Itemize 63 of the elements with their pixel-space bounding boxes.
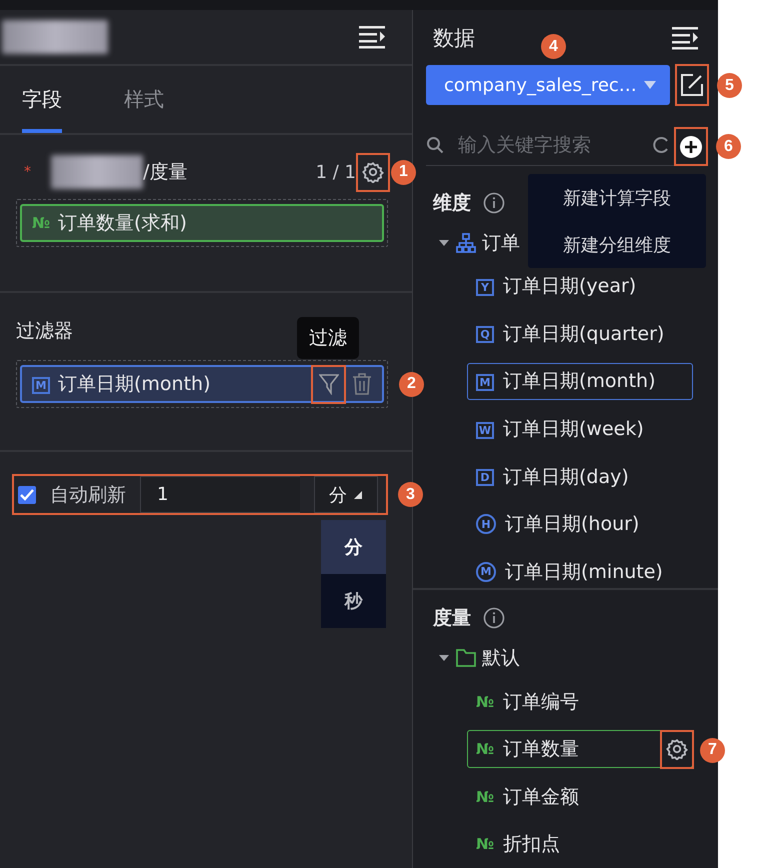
dimension-field[interactable]: H 订单日期(hour) xyxy=(467,505,693,544)
tab[interactable]: 字段 xyxy=(22,66,62,133)
calendar-icon: W xyxy=(476,422,494,439)
checkbox-label: 自动刷新 xyxy=(50,482,126,508)
filter-icon[interactable] xyxy=(318,373,338,395)
clock-icon: H xyxy=(476,514,496,534)
section-title: 度量 xyxy=(433,606,471,632)
checkbox[interactable] xyxy=(18,486,36,504)
hierarchy-icon xyxy=(456,232,476,253)
trash-icon[interactable] xyxy=(352,373,372,395)
measure-field[interactable]: № 订单金额 xyxy=(467,778,693,816)
calendar-icon: M xyxy=(476,374,494,391)
dataset-dropdown[interactable]: company_sales_rec… xyxy=(426,65,670,106)
info-icon[interactable] xyxy=(483,607,505,630)
dimension-field[interactable]: M 订单日期(month) xyxy=(467,362,693,400)
callout-number: 5 xyxy=(717,73,742,98)
unit-option[interactable]: 分 xyxy=(321,520,386,574)
callout-number: 1 xyxy=(391,160,416,184)
interval-input[interactable]: 1 xyxy=(140,476,300,513)
search-icon xyxy=(426,136,444,154)
caret-icon xyxy=(644,81,656,90)
tree-folder-label[interactable]: 订单 xyxy=(482,230,520,256)
tooltip: 过滤 xyxy=(297,317,359,359)
field-count: 1 / 1 xyxy=(316,162,356,182)
folder-icon xyxy=(456,648,476,667)
collapse-icon[interactable] xyxy=(359,25,387,49)
measure-field[interactable]: № 折扣点 xyxy=(467,825,693,864)
required-mark: * xyxy=(24,164,31,180)
dimension-field[interactable]: M 订单日期(minute) xyxy=(467,553,693,591)
caret-icon xyxy=(353,490,363,500)
tree-folder-label[interactable]: 默认 xyxy=(482,644,520,671)
search-field[interactable]: 输入关键字搜索 xyxy=(456,132,640,157)
edit-icon[interactable] xyxy=(681,74,703,96)
callout-number: 2 xyxy=(399,372,424,396)
menu-item[interactable]: 新建分组维度 xyxy=(528,221,706,268)
measure-field-chip[interactable]: № 订单数量(求和) xyxy=(20,204,384,242)
dimension-field[interactable]: Q 订单日期(quarter) xyxy=(467,315,693,353)
dimension-field[interactable]: W 订单日期(week) xyxy=(467,410,693,448)
callout-number: 3 xyxy=(398,482,423,507)
calendar-icon: M xyxy=(32,376,50,394)
calendar-icon: Y xyxy=(476,278,494,296)
settings-icon[interactable] xyxy=(362,161,384,183)
unit-select[interactable]: 分 xyxy=(314,476,378,513)
callout-number: 4 xyxy=(541,34,566,60)
collapse-icon[interactable] xyxy=(672,26,700,50)
refresh-icon[interactable] xyxy=(652,136,670,154)
calendar-icon: D xyxy=(476,469,494,486)
unit-option[interactable]: 秒 xyxy=(321,574,386,628)
menu-item[interactable]: 新建计算字段 xyxy=(528,174,706,222)
dimension-field[interactable]: D 订单日期(day) xyxy=(467,458,693,496)
add-icon[interactable] xyxy=(679,134,703,159)
measure-field[interactable]: № 订单编号 xyxy=(467,682,693,720)
callout-number: 6 xyxy=(716,134,741,160)
section-title: 维度 xyxy=(433,191,471,216)
callout-number: 7 xyxy=(700,738,725,763)
panel-title: 数据 xyxy=(433,24,475,52)
calendar-icon: Q xyxy=(476,326,494,344)
clock-icon: M xyxy=(476,562,496,582)
dimension-field[interactable]: Y 订单日期(year) xyxy=(467,267,693,306)
info-icon[interactable] xyxy=(483,192,505,214)
settings-icon[interactable] xyxy=(666,738,688,760)
tab[interactable]: 样式 xyxy=(124,66,164,133)
slot-label: /度量 xyxy=(143,160,188,185)
